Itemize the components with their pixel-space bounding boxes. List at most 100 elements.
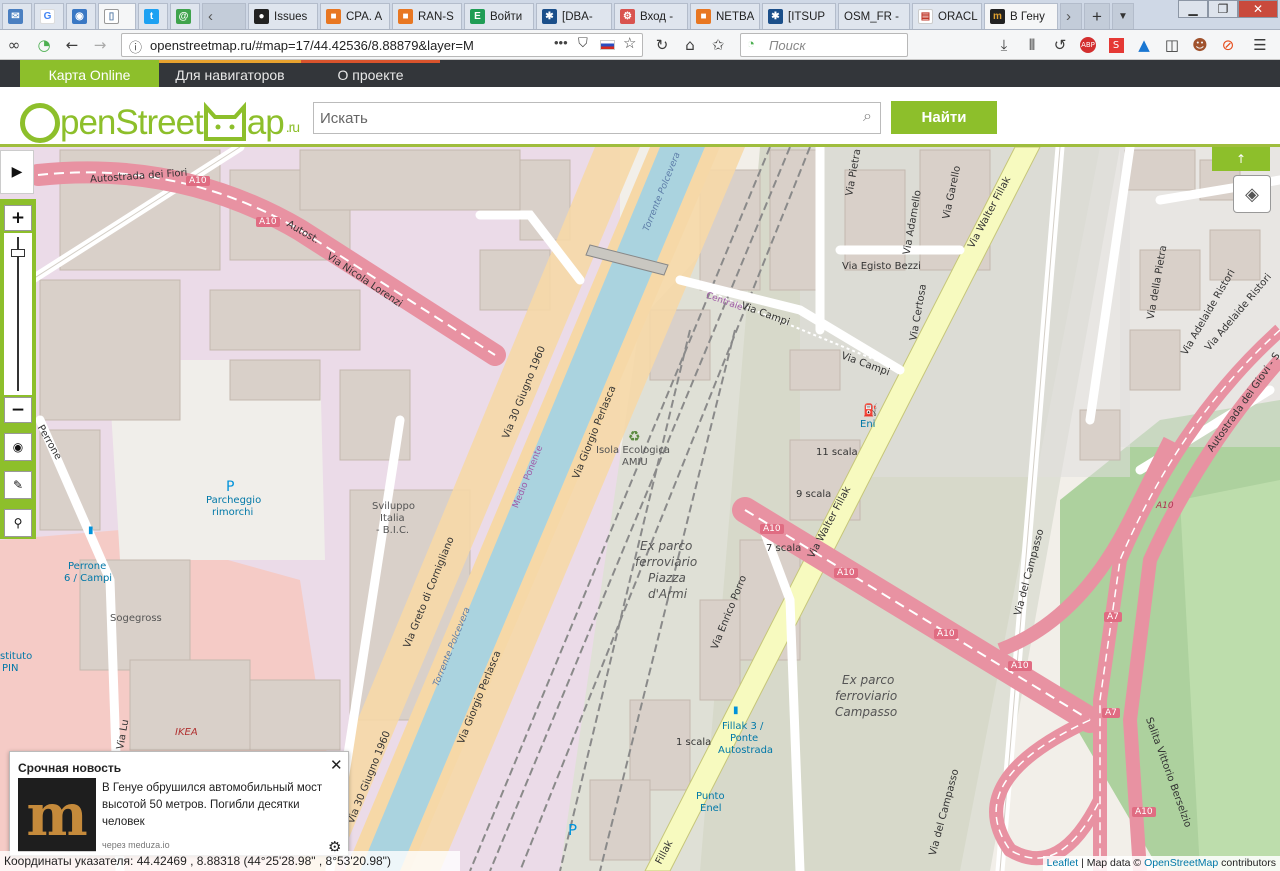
browser-tab-vhod[interactable]: ⚙ Вход - xyxy=(614,3,688,29)
label-sviluppo-3: - B.I.C. xyxy=(376,525,410,536)
news-header: Срочная новость xyxy=(18,761,122,775)
zoom-handle[interactable] xyxy=(11,249,25,257)
zoom-slider[interactable] xyxy=(4,233,32,395)
menu-button[interactable]: ☰ xyxy=(1250,35,1270,55)
osm-logo[interactable]: O penStreet ap .ru xyxy=(20,91,300,143)
downloads-button[interactable]: ⤓ xyxy=(994,35,1014,55)
home-button[interactable]: ⌂ xyxy=(680,35,700,55)
extension-tri-button[interactable]: ▲ xyxy=(1134,35,1154,55)
info-icon: ⓘ xyxy=(129,40,143,55)
zoom-out-button[interactable]: − xyxy=(4,397,32,423)
minimize-icon: ▁ xyxy=(1188,2,1198,16)
browser-tab-osm-fr[interactable]: OSM_FR - xyxy=(838,3,910,29)
browser-tab-spiral[interactable]: @ xyxy=(170,3,200,29)
page-actions-icon[interactable]: ••• xyxy=(554,35,568,50)
tab-scroll-right[interactable]: › xyxy=(1060,3,1082,29)
infinity-icon[interactable]: ∞ xyxy=(4,35,24,55)
leaflet-link[interactable]: Leaflet xyxy=(1047,857,1079,869)
label-sogegross: Sogegross xyxy=(110,613,162,624)
triangle-icon: ▲ xyxy=(1138,36,1150,54)
url-bar[interactable]: ⓘ openstreetmap.ru/#map=17/44.42536/8.88… xyxy=(121,33,643,57)
browser-tab-google[interactable]: G xyxy=(34,3,64,29)
label-ex-parco-1d: d'Armi xyxy=(648,587,688,601)
library-button[interactable]: ⫴ xyxy=(1022,35,1042,55)
flag-ru-icon xyxy=(600,40,615,50)
star-list-icon: ✩ xyxy=(711,36,725,54)
browser-tab-issues[interactable]: ● Issues xyxy=(248,3,318,29)
tab-online-map[interactable]: Карта Online xyxy=(20,60,159,87)
browser-tab-strip: ✉ G ◉ ▯ t @ ‹ ● Issues ■ CPA. A ■ RAN-S E Во… xyxy=(0,0,1280,30)
extension-s-button[interactable]: S xyxy=(1106,35,1126,55)
logo-text-2: ap xyxy=(246,103,285,142)
extension-s-icon: S xyxy=(1108,37,1124,53)
browser-nav-bar: ∞ ◔ ← → ⓘ openstreetmap.ru/#map=17/44.42… xyxy=(0,30,1280,60)
history-button[interactable]: ↺ xyxy=(1050,35,1070,55)
layers-button[interactable]: ◈ xyxy=(1233,175,1271,213)
osm-header: O penStreet ap .ru Искать ⌕ Найти xyxy=(0,87,1280,147)
layers-icon: ◈ xyxy=(1245,183,1259,205)
adblock-button[interactable]: ABP xyxy=(1078,35,1098,55)
extension-monkey-button[interactable]: ☻ xyxy=(1190,35,1210,55)
browser-tab-page[interactable]: ▯ xyxy=(98,3,136,29)
news-close-button[interactable]: ✕ xyxy=(330,756,343,774)
orange-icon: ■ xyxy=(326,9,341,24)
label-sviluppo-1: Sviluppo xyxy=(372,501,415,512)
plus-icon: + xyxy=(1092,6,1102,26)
browser-tab-genoa[interactable]: m В Гену xyxy=(984,3,1058,29)
parking-icon: P xyxy=(226,479,235,495)
browser-search-input[interactable]: ◔ Поиск xyxy=(740,33,908,57)
browser-tab-twitter[interactable]: t xyxy=(138,3,168,29)
label-isola: Isola Ecologica xyxy=(596,445,670,456)
locate-button[interactable]: ◉ xyxy=(4,433,32,461)
ruler-icon: ✎ xyxy=(12,478,24,492)
wifi-icon: ◉ xyxy=(72,9,87,24)
browser-tab-mail[interactable]: ✉ xyxy=(2,3,32,29)
close-window-button[interactable]: ✕ xyxy=(1238,0,1278,18)
osm-link[interactable]: OpenStreetMap xyxy=(1144,857,1218,869)
extension-block-button[interactable]: ⊘ xyxy=(1218,35,1238,55)
back-button[interactable]: ← xyxy=(62,35,82,55)
find-button[interactable]: Найти xyxy=(891,101,997,134)
browser-tab-ran[interactable]: ■ RAN-S xyxy=(392,3,462,29)
tab-about[interactable]: О проекте xyxy=(301,60,440,87)
zoom-in-button[interactable]: + xyxy=(4,205,32,231)
tab-label: RAN-S xyxy=(418,10,454,23)
marker-button[interactable]: ⚲ xyxy=(4,509,32,537)
sidebar-toggle-button[interactable]: ▶ xyxy=(0,150,34,194)
browser-tab-cpa[interactable]: ■ CPA. A xyxy=(320,3,390,29)
reading-list-button[interactable]: ✩ xyxy=(708,35,728,55)
green-refresh-icon[interactable]: ◔ xyxy=(34,35,54,55)
browser-tab-login[interactable]: E Войти xyxy=(464,3,534,29)
browser-tab-oracle[interactable]: ▤ ORACL xyxy=(912,3,982,29)
browser-tab-wifi[interactable]: ◉ xyxy=(66,3,96,29)
chevron-right-icon: › xyxy=(1066,8,1071,25)
forward-button[interactable]: → xyxy=(90,35,110,55)
reload-button[interactable]: ↻ xyxy=(652,35,672,55)
scroll-up-button[interactable]: ↑ xyxy=(1212,147,1270,171)
label-ex-parco-1b: ferroviario xyxy=(635,555,698,569)
label-via-egisto-bezzi: Via Egisto Bezzi xyxy=(842,261,921,272)
news-text[interactable]: В Генуе обрушился автомобильный мост выс… xyxy=(102,780,342,831)
new-tab-button[interactable]: + xyxy=(1084,3,1110,29)
bookmark-star-icon[interactable]: ☆ xyxy=(623,34,636,52)
tab-label: Для навигаторов xyxy=(175,67,285,83)
meduza-logo: m xyxy=(18,778,96,852)
browser-tab-dba[interactable]: ✱ [DBA- xyxy=(536,3,612,29)
search-icon[interactable]: ⌕ xyxy=(863,108,872,126)
browser-tab-netba[interactable]: ■ NETBA xyxy=(690,3,760,29)
minimize-button[interactable]: ▁ xyxy=(1178,0,1208,18)
label-fillak-1: Fillak 3 / xyxy=(722,721,764,732)
page-icon: ▯ xyxy=(104,9,119,24)
tab-navigators[interactable]: Для навигаторов xyxy=(159,60,301,87)
all-tabs-button[interactable]: ▼ xyxy=(1112,3,1134,29)
tab-scroll-left[interactable]: ‹ xyxy=(202,3,246,29)
sidebar-button[interactable]: ◫ xyxy=(1162,35,1182,55)
close-icon: ✕ xyxy=(1252,2,1264,16)
logo-suffix: .ru xyxy=(285,119,300,135)
measure-button[interactable]: ✎ xyxy=(4,471,32,499)
block-icon: ⊘ xyxy=(1221,36,1235,54)
map-search-input[interactable]: Искать ⌕ xyxy=(313,102,881,134)
browser-tab-itsup[interactable]: ✱ [ITSUP xyxy=(762,3,836,29)
maximize-button[interactable]: ❐ xyxy=(1208,0,1238,18)
pocket-icon[interactable]: ⛉ xyxy=(578,35,588,51)
